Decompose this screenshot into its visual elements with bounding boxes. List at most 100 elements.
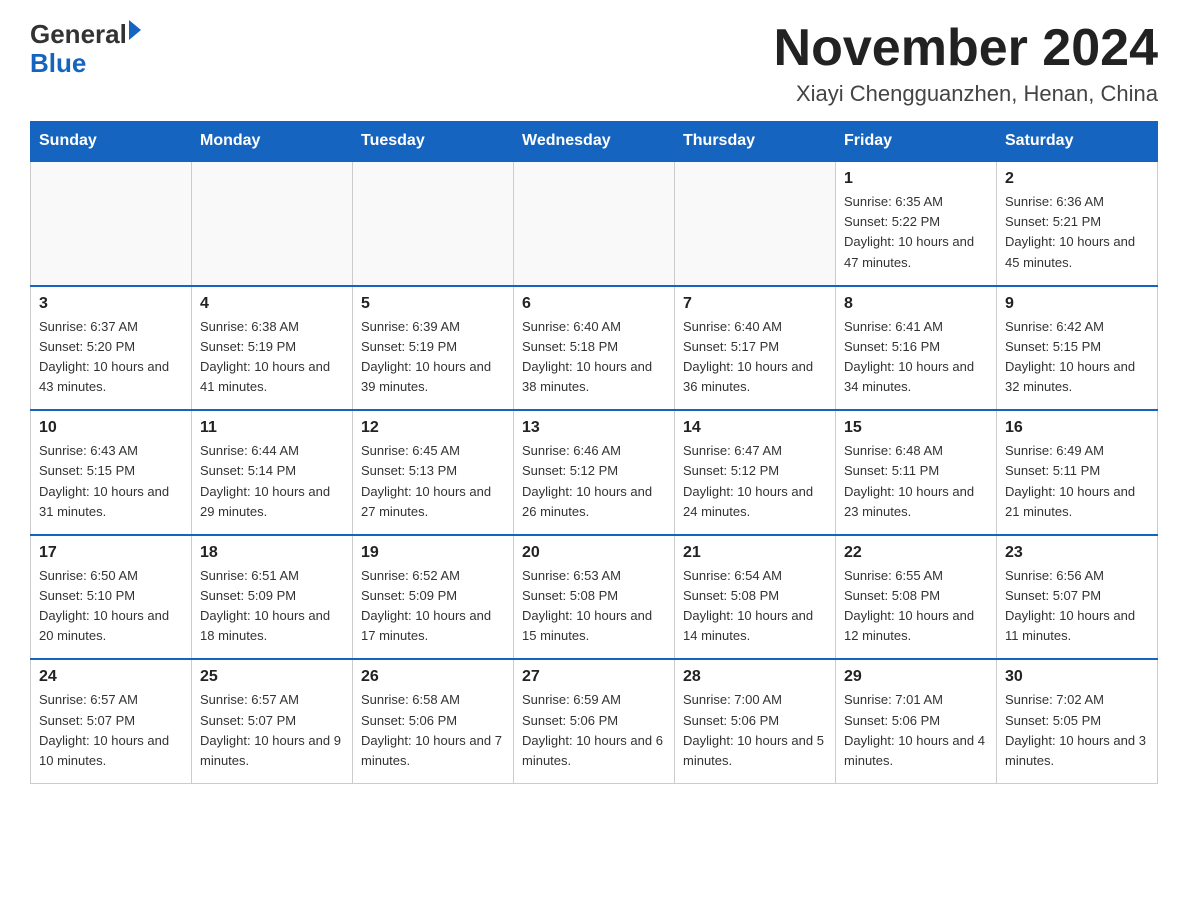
day-number: 28 <box>683 668 827 686</box>
calendar-week-row: 3 Sunrise: 6:37 AM Sunset: 5:20 PM Daylig… <box>31 286 1158 411</box>
column-header-wednesday: Wednesday <box>514 122 675 162</box>
day-info: Sunrise: 6:40 AM Sunset: 5:17 PM Dayligh… <box>683 317 827 398</box>
calendar-cell <box>514 161 675 286</box>
column-header-saturday: Saturday <box>997 122 1158 162</box>
calendar-table: SundayMondayTuesdayWednesdayThursdayFrid… <box>30 121 1158 784</box>
column-header-monday: Monday <box>192 122 353 162</box>
day-number: 26 <box>361 668 505 686</box>
logo-general: General <box>30 20 127 49</box>
day-info: Sunrise: 6:53 AM Sunset: 5:08 PM Dayligh… <box>522 566 666 647</box>
day-number: 16 <box>1005 419 1149 437</box>
day-info: Sunrise: 6:39 AM Sunset: 5:19 PM Dayligh… <box>361 317 505 398</box>
day-number: 2 <box>1005 170 1149 188</box>
calendar-cell: 17Sunrise: 6:50 AM Sunset: 5:10 PM Dayli… <box>31 535 192 660</box>
calendar-header-row: SundayMondayTuesdayWednesdayThursdayFrid… <box>31 122 1158 162</box>
calendar-cell: 22Sunrise: 6:55 AM Sunset: 5:08 PM Dayli… <box>836 535 997 660</box>
calendar-cell: 29 Sunrise: 7:01 AM Sunset: 5:06 PM Dayli… <box>836 659 997 783</box>
calendar-cell: 23 Sunrise: 6:56 AM Sunset: 5:07 PM Dayli… <box>997 535 1158 660</box>
calendar-cell: 18Sunrise: 6:51 AM Sunset: 5:09 PM Dayli… <box>192 535 353 660</box>
day-info: Sunrise: 6:41 AM Sunset: 5:16 PM Dayligh… <box>844 317 988 398</box>
calendar-cell: 12 Sunrise: 6:45 AM Sunset: 5:13 PM Dayli… <box>353 410 514 535</box>
day-number: 12 <box>361 419 505 437</box>
day-info: Sunrise: 6:46 AM Sunset: 5:12 PM Dayligh… <box>522 441 666 522</box>
day-number: 22 <box>844 544 988 562</box>
calendar-cell: 24Sunrise: 6:57 AM Sunset: 5:07 PM Dayli… <box>31 659 192 783</box>
day-info: Sunrise: 6:38 AM Sunset: 5:19 PM Dayligh… <box>200 317 344 398</box>
day-info: Sunrise: 6:59 AM Sunset: 5:06 PM Dayligh… <box>522 690 666 771</box>
day-number: 27 <box>522 668 666 686</box>
calendar-cell: 5Sunrise: 6:39 AM Sunset: 5:19 PM Daylig… <box>353 286 514 411</box>
day-info: Sunrise: 7:01 AM Sunset: 5:06 PM Dayligh… <box>844 690 988 771</box>
day-info: Sunrise: 6:48 AM Sunset: 5:11 PM Dayligh… <box>844 441 988 522</box>
day-number: 9 <box>1005 295 1149 313</box>
day-info: Sunrise: 6:43 AM Sunset: 5:15 PM Dayligh… <box>39 441 183 522</box>
calendar-cell: 10 Sunrise: 6:43 AM Sunset: 5:15 PM Dayli… <box>31 410 192 535</box>
column-header-friday: Friday <box>836 122 997 162</box>
calendar-cell: 27 Sunrise: 6:59 AM Sunset: 5:06 PM Dayli… <box>514 659 675 783</box>
day-info: Sunrise: 6:40 AM Sunset: 5:18 PM Dayligh… <box>522 317 666 398</box>
day-number: 30 <box>1005 668 1149 686</box>
page-title: November 2024 <box>774 20 1158 77</box>
day-number: 23 <box>1005 544 1149 562</box>
calendar-cell: 8Sunrise: 6:41 AM Sunset: 5:16 PM Daylig… <box>836 286 997 411</box>
page-header: General Blue November 2024 Xiayi Chenggu… <box>30 20 1158 107</box>
calendar-cell: 30 Sunrise: 7:02 AM Sunset: 5:05 PM Dayli… <box>997 659 1158 783</box>
day-number: 1 <box>844 170 988 188</box>
day-number: 3 <box>39 295 183 313</box>
calendar-week-row: 10 Sunrise: 6:43 AM Sunset: 5:15 PM Dayli… <box>31 410 1158 535</box>
day-number: 29 <box>844 668 988 686</box>
day-info: Sunrise: 6:45 AM Sunset: 5:13 PM Dayligh… <box>361 441 505 522</box>
calendar-cell <box>353 161 514 286</box>
day-info: Sunrise: 6:47 AM Sunset: 5:12 PM Dayligh… <box>683 441 827 522</box>
logo: General Blue <box>30 20 141 77</box>
day-number: 10 <box>39 419 183 437</box>
calendar-cell: 6 Sunrise: 6:40 AM Sunset: 5:18 PM Daylig… <box>514 286 675 411</box>
day-number: 11 <box>200 419 344 437</box>
calendar-cell: 13 Sunrise: 6:46 AM Sunset: 5:12 PM Dayli… <box>514 410 675 535</box>
day-info: Sunrise: 6:44 AM Sunset: 5:14 PM Dayligh… <box>200 441 344 522</box>
calendar-cell: 19 Sunrise: 6:52 AM Sunset: 5:09 PM Dayli… <box>353 535 514 660</box>
calendar-cell: 2 Sunrise: 6:36 AM Sunset: 5:21 PM Daylig… <box>997 161 1158 286</box>
column-header-tuesday: Tuesday <box>353 122 514 162</box>
day-number: 18 <box>200 544 344 562</box>
day-info: Sunrise: 7:02 AM Sunset: 5:05 PM Dayligh… <box>1005 690 1149 771</box>
day-number: 20 <box>522 544 666 562</box>
day-info: Sunrise: 6:35 AM Sunset: 5:22 PM Dayligh… <box>844 192 988 273</box>
day-number: 6 <box>522 295 666 313</box>
day-number: 7 <box>683 295 827 313</box>
calendar-cell: 26Sunrise: 6:58 AM Sunset: 5:06 PM Dayli… <box>353 659 514 783</box>
day-number: 17 <box>39 544 183 562</box>
day-number: 21 <box>683 544 827 562</box>
calendar-cell: 9 Sunrise: 6:42 AM Sunset: 5:15 PM Daylig… <box>997 286 1158 411</box>
day-number: 13 <box>522 419 666 437</box>
day-info: Sunrise: 6:52 AM Sunset: 5:09 PM Dayligh… <box>361 566 505 647</box>
day-info: Sunrise: 6:57 AM Sunset: 5:07 PM Dayligh… <box>200 690 344 771</box>
column-header-sunday: Sunday <box>31 122 192 162</box>
calendar-cell: 20 Sunrise: 6:53 AM Sunset: 5:08 PM Dayli… <box>514 535 675 660</box>
column-header-thursday: Thursday <box>675 122 836 162</box>
subtitle: Xiayi Chengguanzhen, Henan, China <box>774 81 1158 107</box>
calendar-cell: 7 Sunrise: 6:40 AM Sunset: 5:17 PM Daylig… <box>675 286 836 411</box>
logo-blue: Blue <box>30 49 86 78</box>
day-info: Sunrise: 7:00 AM Sunset: 5:06 PM Dayligh… <box>683 690 827 771</box>
day-info: Sunrise: 6:49 AM Sunset: 5:11 PM Dayligh… <box>1005 441 1149 522</box>
day-number: 19 <box>361 544 505 562</box>
day-number: 24 <box>39 668 183 686</box>
calendar-cell: 1 Sunrise: 6:35 AM Sunset: 5:22 PM Daylig… <box>836 161 997 286</box>
day-number: 15 <box>844 419 988 437</box>
day-info: Sunrise: 6:37 AM Sunset: 5:20 PM Dayligh… <box>39 317 183 398</box>
calendar-cell: 15 Sunrise: 6:48 AM Sunset: 5:11 PM Dayli… <box>836 410 997 535</box>
calendar-cell <box>192 161 353 286</box>
day-info: Sunrise: 6:36 AM Sunset: 5:21 PM Dayligh… <box>1005 192 1149 273</box>
day-number: 14 <box>683 419 827 437</box>
calendar-cell: 21 Sunrise: 6:54 AM Sunset: 5:08 PM Dayli… <box>675 535 836 660</box>
day-info: Sunrise: 6:54 AM Sunset: 5:08 PM Dayligh… <box>683 566 827 647</box>
day-info: Sunrise: 6:42 AM Sunset: 5:15 PM Dayligh… <box>1005 317 1149 398</box>
calendar-week-row: 1 Sunrise: 6:35 AM Sunset: 5:22 PM Daylig… <box>31 161 1158 286</box>
day-info: Sunrise: 6:56 AM Sunset: 5:07 PM Dayligh… <box>1005 566 1149 647</box>
calendar-cell <box>31 161 192 286</box>
calendar-cell: 25Sunrise: 6:57 AM Sunset: 5:07 PM Dayli… <box>192 659 353 783</box>
calendar-week-row: 17Sunrise: 6:50 AM Sunset: 5:10 PM Dayli… <box>31 535 1158 660</box>
calendar-cell <box>675 161 836 286</box>
calendar-cell: 14 Sunrise: 6:47 AM Sunset: 5:12 PM Dayli… <box>675 410 836 535</box>
